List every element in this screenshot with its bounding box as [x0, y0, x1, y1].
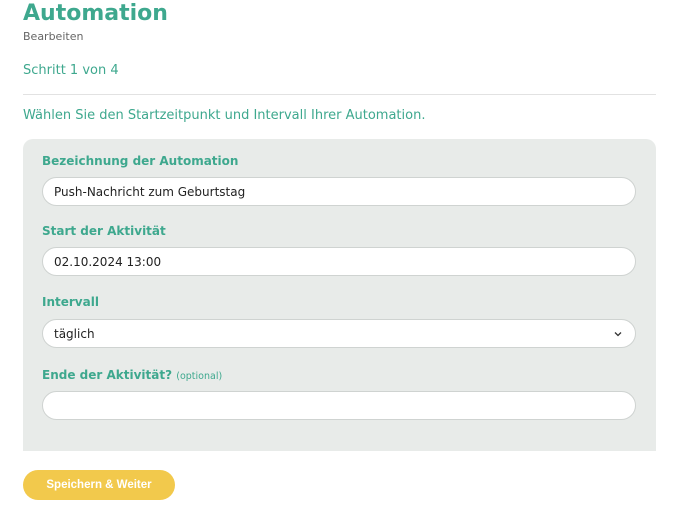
automation-name-input[interactable]: Push-Nachricht zum Geburtstag — [42, 177, 636, 206]
start-datetime-value: 02.10.2024 13:00 — [54, 254, 162, 269]
name-label: Bezeichnung der Automation — [42, 154, 239, 168]
step-indicator: Schritt 1 von 4 — [23, 63, 119, 78]
optional-hint: (optional) — [176, 371, 223, 382]
page-subtitle: Bearbeiten — [23, 30, 84, 43]
form-panel: Bezeichnung der Automation Push-Nachrich… — [23, 139, 656, 451]
end-datetime-input[interactable] — [42, 391, 636, 420]
intro-text: Wählen Sie den Startzeitpunkt und Interv… — [23, 108, 426, 123]
interval-value: täglich — [54, 326, 95, 341]
end-label-text: Ende der Aktivität? — [42, 368, 173, 382]
page-title: Automation — [23, 1, 168, 26]
divider — [23, 94, 656, 95]
interval-select[interactable]: täglich — [42, 319, 636, 348]
interval-label: Intervall — [42, 295, 99, 309]
automation-name-value: Push-Nachricht zum Geburtstag — [54, 184, 246, 199]
chevron-down-icon — [612, 328, 624, 340]
end-label: Ende der Aktivität? (optional) — [42, 368, 222, 382]
save-continue-button[interactable]: Speichern & Weiter — [23, 470, 175, 500]
start-datetime-input[interactable]: 02.10.2024 13:00 — [42, 247, 636, 276]
start-label: Start der Aktivität — [42, 224, 166, 238]
